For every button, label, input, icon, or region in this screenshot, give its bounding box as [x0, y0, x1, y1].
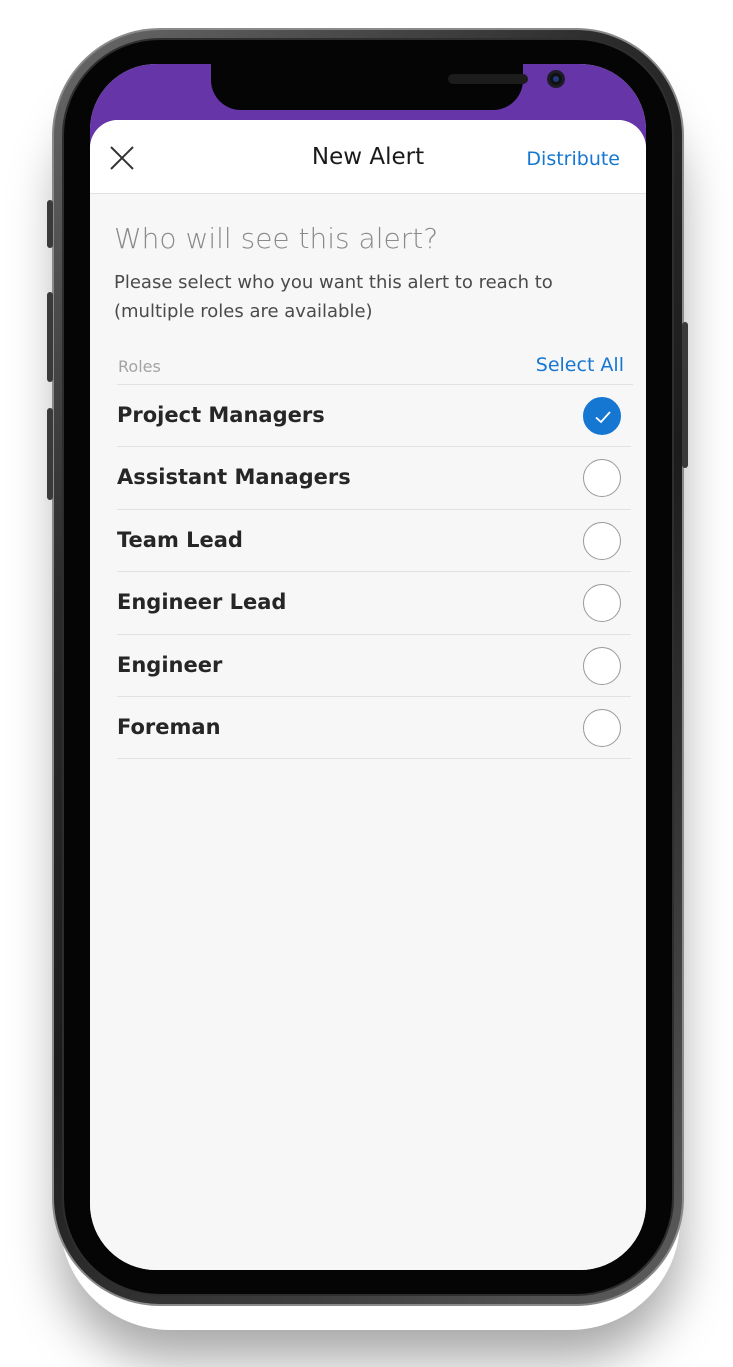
role-row-project-managers[interactable]: Project Managers: [117, 385, 631, 448]
role-checkbox[interactable]: [583, 646, 621, 685]
role-label: Engineer: [117, 652, 223, 677]
checkmark-icon: [595, 411, 611, 424]
device-mockup: New Alert Distribute Who will see this a…: [0, 0, 733, 1367]
roles-label: Roles: [118, 357, 161, 376]
role-label: Foreman: [117, 714, 221, 739]
role-checkbox[interactable]: [583, 397, 621, 435]
navigation-bar: New Alert Distribute: [90, 120, 646, 194]
front-camera-icon: [547, 70, 565, 88]
role-label: Project Managers: [117, 403, 325, 427]
role-row-foreman[interactable]: Foreman: [117, 697, 631, 760]
new-alert-sheet: New Alert Distribute Who will see this a…: [90, 120, 646, 1270]
speaker-grille: [448, 74, 528, 84]
section-heading: Who will see this alert?: [114, 222, 439, 255]
role-checkbox[interactable]: [583, 521, 621, 560]
notch: [211, 64, 565, 110]
role-list: Project Managers Assistant Managers Team…: [117, 385, 631, 760]
select-all-button[interactable]: Select All: [536, 354, 624, 376]
volume-up-button: [47, 292, 53, 382]
volume-down-button: [47, 408, 53, 500]
role-row-team-lead[interactable]: Team Lead: [117, 510, 631, 573]
role-label: Team Lead: [117, 527, 243, 552]
distribute-button[interactable]: Distribute: [526, 148, 620, 170]
phone-screen: New Alert Distribute Who will see this a…: [90, 64, 646, 1270]
role-checkbox[interactable]: [583, 459, 621, 498]
power-button: [682, 322, 688, 468]
role-row-assistant-managers[interactable]: Assistant Managers: [117, 447, 631, 510]
role-label: Engineer Lead: [117, 590, 287, 615]
silent-switch: [47, 200, 53, 248]
role-label: Assistant Managers: [117, 465, 351, 490]
role-row-engineer[interactable]: Engineer: [117, 635, 631, 697]
role-checkbox[interactable]: [583, 584, 621, 623]
role-row-engineer-lead[interactable]: Engineer Lead: [117, 572, 631, 635]
section-description: Please select who you want this alert to…: [114, 272, 553, 322]
role-checkbox[interactable]: [583, 708, 621, 747]
